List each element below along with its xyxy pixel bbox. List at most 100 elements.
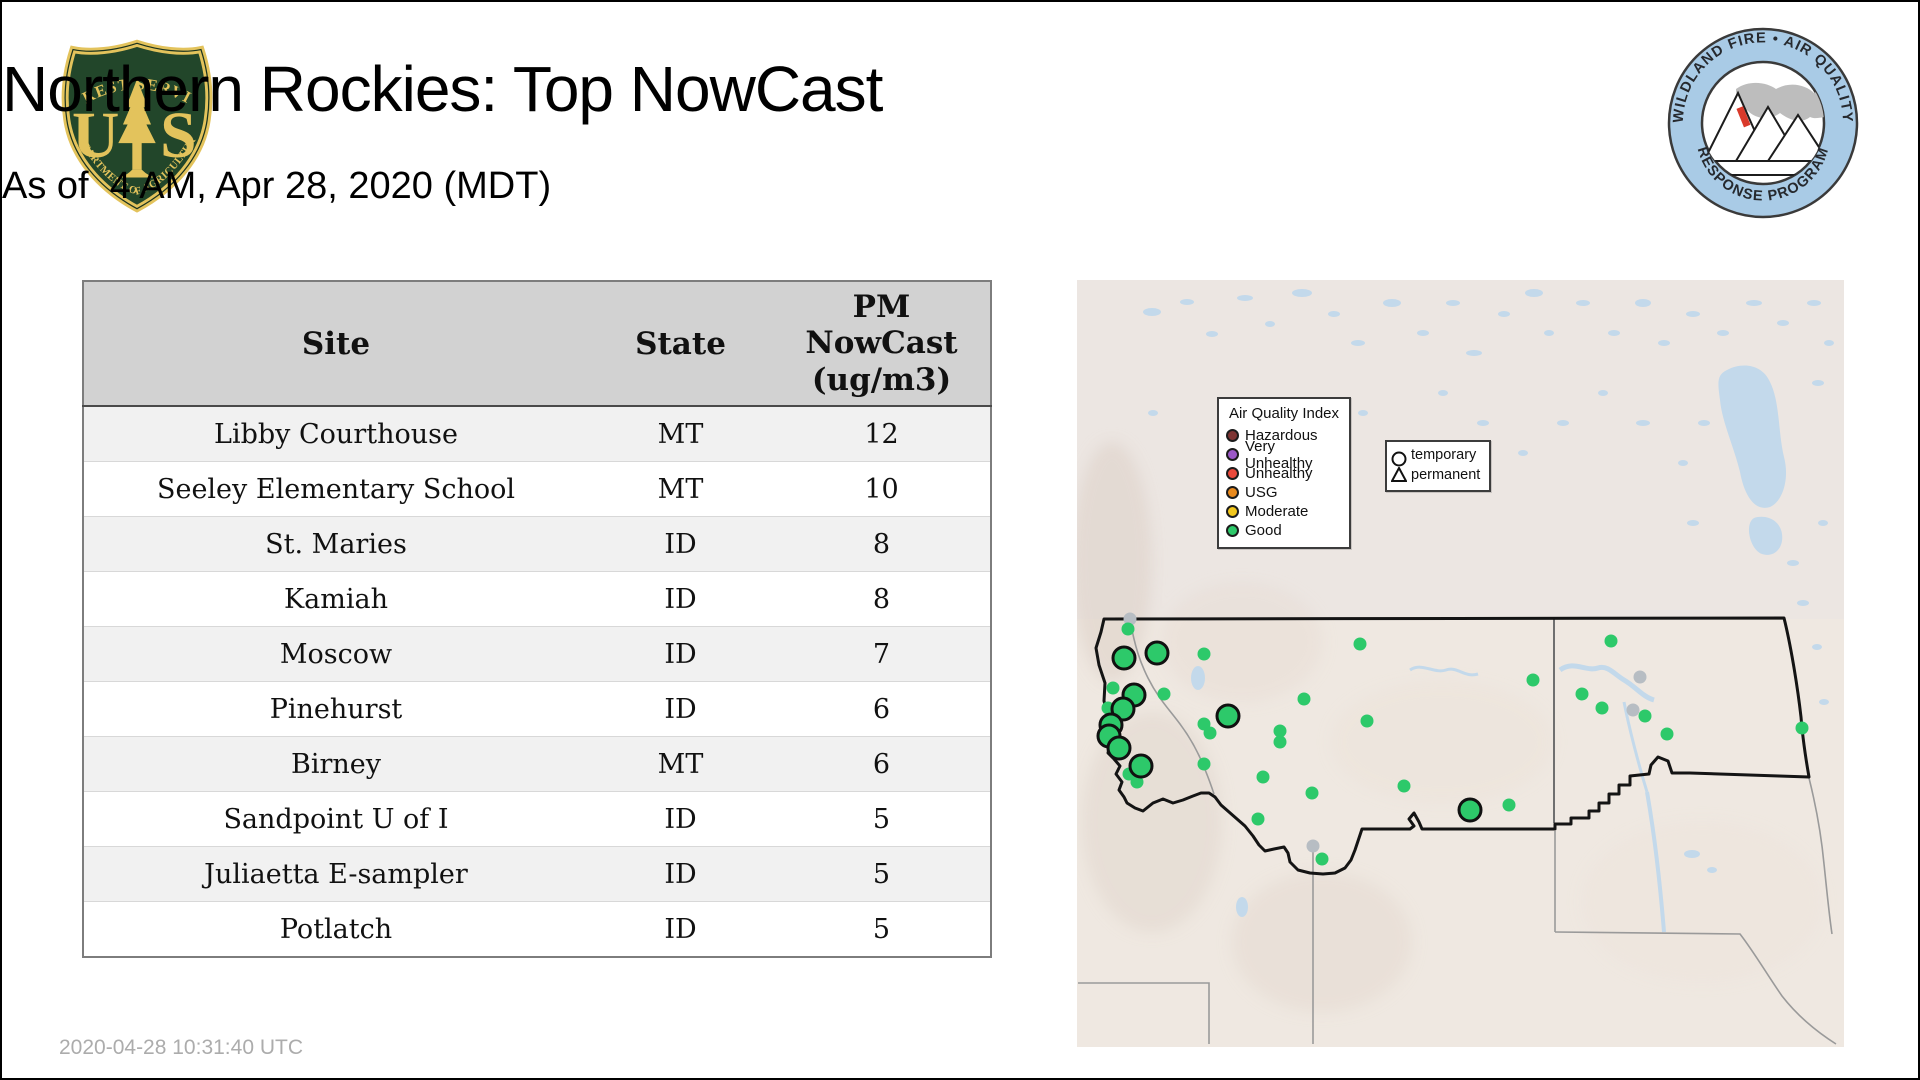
monitor-dot-good[interactable] — [1526, 673, 1540, 687]
state-cell: MT — [588, 461, 773, 517]
value-cell: 7 — [773, 626, 991, 682]
state-cell: MT — [588, 736, 773, 792]
monitor-dot-good[interactable] — [1353, 637, 1367, 651]
aqi-legend: Air Quality Index Hazardous Very Unhealth… — [1217, 397, 1351, 549]
table-row: Kamiah ID 8 — [83, 571, 991, 627]
table-row: Juliaetta E-sampler ID 5 — [83, 846, 991, 902]
monitor-dot-inactive[interactable] — [1633, 670, 1647, 684]
monitor-dot-good-large[interactable] — [1144, 640, 1170, 666]
aqi-category-label: Unhealthy — [1245, 465, 1313, 482]
aqi-legend-item: Moderate — [1226, 502, 1342, 521]
aqi-legend-item: USG — [1226, 483, 1342, 502]
table-row: Seeley Elementary School MT 10 — [83, 461, 991, 517]
page-subtitle: As of 4 AM, Apr 28, 2020 (MDT) — [2, 165, 552, 207]
map-image — [1077, 280, 1844, 1047]
permanent-label: permanent — [1411, 467, 1481, 483]
report-page: FOREST SERVICE U S DEPARTMENT OF AGRICUL… — [0, 0, 1920, 1080]
value-cell: 10 — [773, 461, 991, 517]
monitor-dot-inactive[interactable] — [1626, 703, 1640, 717]
monitor-dot-good[interactable] — [1595, 701, 1609, 715]
monitor-dot-good[interactable] — [1660, 727, 1674, 741]
monitor-dot-good[interactable] — [1575, 687, 1589, 701]
value-cell: 8 — [773, 516, 991, 572]
site-cell: Birney — [83, 736, 588, 792]
generated-timestamp: 2020-04-28 10:31:40 UTC — [59, 1036, 303, 1059]
monitor-dot-good[interactable] — [1251, 812, 1265, 826]
monitor-dot-good[interactable] — [1315, 852, 1329, 866]
wfaqrp-logo: WILDLAND FIRE • AIR QUALITY RESPONSE PRO… — [1667, 27, 1859, 219]
aqi-color-swatch — [1226, 486, 1239, 499]
monitor-dot-good-large[interactable] — [1215, 703, 1241, 729]
monitor-dot-good[interactable] — [1795, 721, 1809, 735]
monitor-dot-good[interactable] — [1106, 681, 1120, 695]
temporary-monitor-icon — [1391, 451, 1407, 466]
page-title: Northern Rockies: Top NowCast — [2, 53, 883, 125]
monitor-dot-good-large[interactable] — [1111, 645, 1137, 671]
state-cell: ID — [588, 571, 773, 627]
aqi-legend-item: Good — [1226, 521, 1342, 540]
table-row: Birney MT 6 — [83, 736, 991, 792]
aqi-color-swatch — [1226, 524, 1239, 537]
value-cell: 6 — [773, 736, 991, 792]
site-cell: Pinehurst — [83, 681, 588, 737]
state-cell: ID — [588, 681, 773, 737]
state-cell: ID — [588, 791, 773, 847]
site-cell: Libby Courthouse — [83, 405, 588, 462]
monitor-dot-good[interactable] — [1397, 779, 1411, 793]
state-cell: MT — [588, 405, 773, 462]
table-row: Sandpoint U of I ID 5 — [83, 791, 991, 847]
monitor-dot-good[interactable] — [1360, 714, 1374, 728]
value-cell: 8 — [773, 571, 991, 627]
marker-type-legend: temporary permanent — [1385, 440, 1491, 492]
table-row: Potlatch ID 5 — [83, 901, 991, 957]
table-row: Moscow ID 7 — [83, 626, 991, 682]
monitor-dot-good-large[interactable] — [1106, 735, 1132, 761]
monitor-dot-good-large[interactable] — [1457, 797, 1483, 823]
monitor-dot-good-large[interactable] — [1128, 753, 1154, 779]
value-cell: 5 — [773, 846, 991, 902]
monitor-dot-inactive[interactable] — [1306, 839, 1320, 853]
state-cell: ID — [588, 516, 773, 572]
monitor-dot-good[interactable] — [1638, 709, 1652, 723]
monitor-dot-good[interactable] — [1203, 726, 1217, 740]
monitor-dot-good[interactable] — [1197, 757, 1211, 771]
monitor-dot-good[interactable] — [1273, 735, 1287, 749]
aqi-color-swatch — [1226, 429, 1239, 442]
aqi-category-label: Good — [1245, 522, 1282, 539]
aqi-color-swatch — [1226, 467, 1239, 480]
value-cell: 5 — [773, 901, 991, 957]
monitor-dot-good[interactable] — [1121, 622, 1135, 636]
monitor-dot-good[interactable] — [1157, 687, 1171, 701]
col-header-site: Site — [83, 281, 588, 407]
table-header-row: Site State PM NowCast (ug/m3) — [83, 281, 991, 407]
monitor-dot-good[interactable] — [1297, 692, 1311, 706]
site-cell: Potlatch — [83, 901, 588, 957]
state-cell: ID — [588, 626, 773, 682]
col-header-pm-nowcast: PM NowCast (ug/m3) — [773, 281, 991, 407]
site-cell: Kamiah — [83, 571, 588, 627]
value-cell: 6 — [773, 681, 991, 737]
aqi-legend-item: Very Unhealthy — [1226, 438, 1342, 472]
aqi-color-swatch — [1226, 505, 1239, 518]
table-row: St. Maries ID 8 — [83, 516, 991, 572]
monitor-map[interactable]: Air Quality Index Hazardous Very Unhealth… — [1077, 280, 1844, 1047]
monitor-dot-good[interactable] — [1197, 647, 1211, 661]
monitor-dot-good[interactable] — [1256, 770, 1270, 784]
nowcast-table: Site State PM NowCast (ug/m3) Libby Cour… — [82, 280, 992, 958]
aqi-legend-items: Hazardous Very Unhealthy Unhealthy USG Moder… — [1226, 426, 1342, 540]
nowcast-table-body: Libby Courthouse MT 12 Seeley Elementary Sc… — [83, 405, 991, 957]
state-cell: ID — [588, 846, 773, 902]
col-header-state: State — [588, 281, 773, 407]
table-row: Pinehurst ID 6 — [83, 681, 991, 737]
site-cell: Moscow — [83, 626, 588, 682]
site-cell: Sandpoint U of I — [83, 791, 588, 847]
monitor-dot-good[interactable] — [1604, 634, 1618, 648]
aqi-color-swatch — [1226, 448, 1239, 461]
aqi-category-label: USG — [1245, 484, 1278, 501]
site-cell: Juliaetta E-sampler — [83, 846, 588, 902]
monitor-dot-good[interactable] — [1305, 786, 1319, 800]
aqi-category-label: Moderate — [1245, 503, 1309, 520]
temporary-label: temporary — [1411, 447, 1477, 464]
monitor-dot-good[interactable] — [1502, 798, 1516, 812]
permanent-monitor-icon — [1391, 466, 1407, 482]
